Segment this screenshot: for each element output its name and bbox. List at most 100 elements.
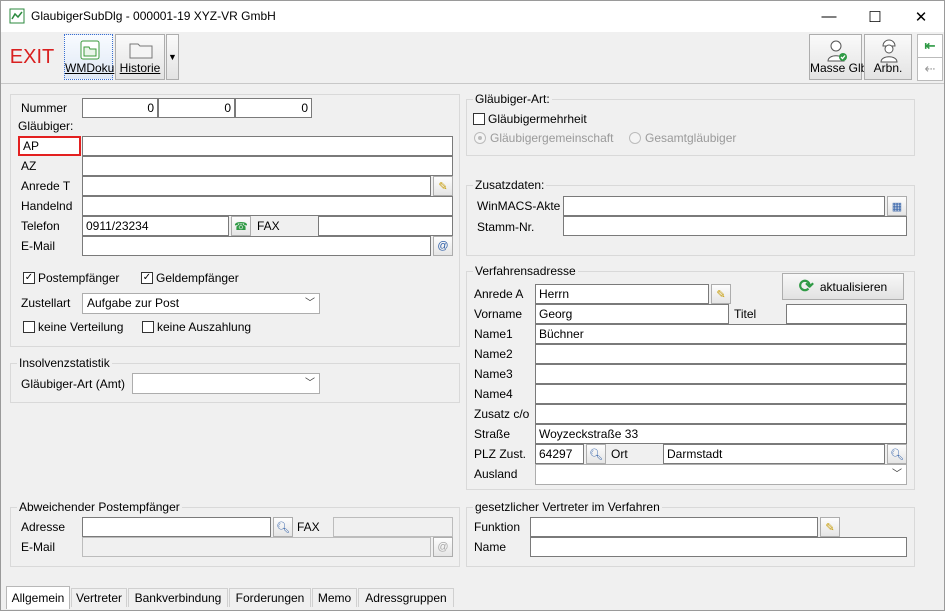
az-label: AZ — [21, 159, 37, 173]
historie-label: Historie — [119, 61, 161, 75]
stamm-nr-input[interactable] — [563, 216, 907, 236]
nummer-field-2[interactable]: 0 — [158, 98, 235, 118]
search-icon: 🔍︎ — [589, 448, 603, 461]
fax-input[interactable] — [318, 216, 453, 236]
phone-dial-button[interactable]: ☎ — [231, 216, 251, 236]
close-button[interactable]: ✕ — [898, 1, 944, 32]
calendar-icon: ▦ — [891, 200, 903, 213]
funktion-input[interactable] — [530, 517, 818, 537]
verfahrensadresse-legend: Verfahrensadresse — [473, 264, 578, 278]
telefon-input[interactable]: 0911/23234 — [82, 216, 229, 236]
keine-auszahlung-checkbox[interactable]: keine Auszahlung — [142, 320, 251, 334]
tab-forderungen[interactable]: Forderungen — [229, 588, 311, 607]
plz-search-button[interactable]: 🔍︎ — [586, 444, 606, 464]
email-send-button[interactable]: @ — [433, 236, 453, 256]
abweichend-legend: Abweichender Postempfänger — [17, 500, 182, 514]
ort-input[interactable]: Darmstadt — [663, 444, 885, 464]
anrede-a-input[interactable]: Herrn — [535, 284, 709, 304]
ort-search-button[interactable]: 🔍︎ — [887, 444, 907, 464]
tab-memo[interactable]: Memo — [312, 588, 357, 607]
abw-email-label: E-Mail — [21, 540, 56, 554]
name2-input[interactable] — [535, 344, 907, 364]
email-input[interactable] — [82, 236, 431, 256]
anrede-a-lookup-button[interactable]: ✎ — [711, 284, 731, 304]
titel-input[interactable] — [786, 304, 907, 324]
strasse-input[interactable]: Woyzeckstraße 33 — [535, 424, 907, 444]
postempfaenger-label: Postempfänger — [38, 271, 120, 285]
adresse-input[interactable] — [82, 517, 271, 537]
postempfaenger-checkbox[interactable]: ✓ Postempfänger — [23, 271, 119, 285]
tab-vertreter[interactable]: Vertreter — [71, 588, 127, 607]
glaeubigergemeinschaft-radio: Gläubigergemeinschaft — [474, 131, 613, 145]
az-input[interactable] — [82, 156, 453, 176]
name4-label: Name4 — [474, 387, 513, 401]
vertreter-name-input[interactable] — [530, 537, 907, 557]
title-bar: GlaubigerSubDlg - 000001-19 XYZ-VR GmbH … — [1, 1, 944, 32]
window-title: GlaubigerSubDlg - 000001-19 XYZ-VR GmbH — [31, 9, 276, 23]
arrow-left-button[interactable]: ⇤ — [917, 34, 943, 58]
name1-label: Name1 — [474, 327, 513, 341]
close-icon: ✕ — [914, 8, 928, 26]
arrow-back-button[interactable]: ⇠ — [917, 57, 943, 81]
name4-input[interactable] — [535, 384, 907, 404]
radio-icon — [629, 132, 641, 144]
aktualisieren-button[interactable]: ⟳ aktualisieren — [782, 273, 904, 300]
handelnd-input[interactable] — [82, 196, 453, 216]
anrede-t-input[interactable] — [82, 176, 431, 196]
glaeubiger-legend: Gläubiger: — [18, 119, 74, 133]
vorname-input[interactable]: Georg — [535, 304, 729, 324]
titel-label: Titel — [734, 307, 757, 321]
wmdoku-button[interactable]: WMDoku — [64, 34, 114, 80]
funktion-lookup-button[interactable]: ✎ — [820, 517, 840, 537]
name3-input[interactable] — [535, 364, 907, 384]
chevron-down-icon: ﹀ — [892, 469, 902, 480]
ort-label: Ort — [611, 447, 628, 461]
keine-verteilung-checkbox[interactable]: keine Verteilung — [23, 320, 123, 334]
anrede-a-label: Anrede A — [474, 287, 524, 301]
nummer-field-3[interactable]: 0 — [235, 98, 312, 118]
adresse-search-button[interactable]: 🔍︎ — [273, 517, 293, 537]
user-check-icon — [827, 40, 847, 62]
glaeubiger-art-amt-select[interactable]: ﹀ — [132, 373, 320, 394]
email-label: E-Mail — [21, 239, 56, 253]
ap-label-box: AP — [18, 136, 81, 156]
tab-adressgruppen[interactable]: Adressgruppen — [358, 588, 454, 607]
ausland-select[interactable]: ﹀ — [535, 464, 907, 485]
exit-button[interactable]: EXIT — [3, 34, 61, 80]
strasse-label: Straße — [474, 427, 511, 441]
winmacs-input[interactable] — [563, 196, 885, 216]
fax-label: FAX — [257, 219, 280, 233]
zusatz-co-input[interactable] — [535, 404, 907, 424]
folder-icon — [129, 43, 153, 59]
plz-input[interactable]: 64297 — [535, 444, 584, 464]
gesamtglaeubiger-radio: Gesamtgläubiger — [629, 131, 736, 145]
checkbox-checked-icon: ✓ — [23, 272, 35, 284]
chevron-down-icon: ﹀ — [305, 298, 315, 309]
glaeubigermehrheit-checkbox[interactable]: Gläubigermehrheit — [473, 112, 587, 126]
toolbar-dropdown-button[interactable]: ▼ — [166, 34, 179, 80]
worker-icon — [880, 39, 898, 63]
historie-button[interactable]: Historie — [115, 34, 165, 80]
lookup-icon: ✎ — [438, 180, 448, 193]
masse-glb-button[interactable]: Masse Glb. — [809, 34, 871, 80]
geldempfaenger-label: Geldempfänger — [156, 271, 239, 285]
winmacs-calendar-button[interactable]: ▦ — [887, 196, 907, 216]
tab-allgemein[interactable]: Allgemein — [6, 586, 70, 609]
name1-input[interactable]: Büchner — [535, 324, 907, 344]
arbn-button[interactable]: Arbn. — [864, 34, 912, 80]
anrede-t-lookup-button[interactable]: ✎ — [433, 176, 453, 196]
geldempfaenger-checkbox[interactable]: ✓ Geldempfänger — [141, 271, 239, 285]
maximize-button[interactable]: ☐ — [852, 1, 898, 32]
name2-label: Name2 — [474, 347, 513, 361]
glaeubigermehrheit-label: Gläubigermehrheit — [488, 112, 587, 126]
ap-input[interactable] — [82, 136, 453, 156]
vertreter-name-label: Name — [474, 540, 507, 554]
tab-bankverbindung[interactable]: Bankverbindung — [128, 588, 228, 607]
zustellart-select[interactable]: Aufgabe zur Post ﹀ — [82, 293, 320, 314]
lookup-icon: ✎ — [716, 288, 726, 301]
minimize-button[interactable]: — — [806, 1, 852, 32]
refresh-icon: ⟳ — [798, 276, 814, 296]
telefon-label: Telefon — [21, 219, 60, 233]
keine-auszahlung-label: keine Auszahlung — [157, 320, 252, 334]
nummer-field-1[interactable]: 0 — [82, 98, 158, 118]
